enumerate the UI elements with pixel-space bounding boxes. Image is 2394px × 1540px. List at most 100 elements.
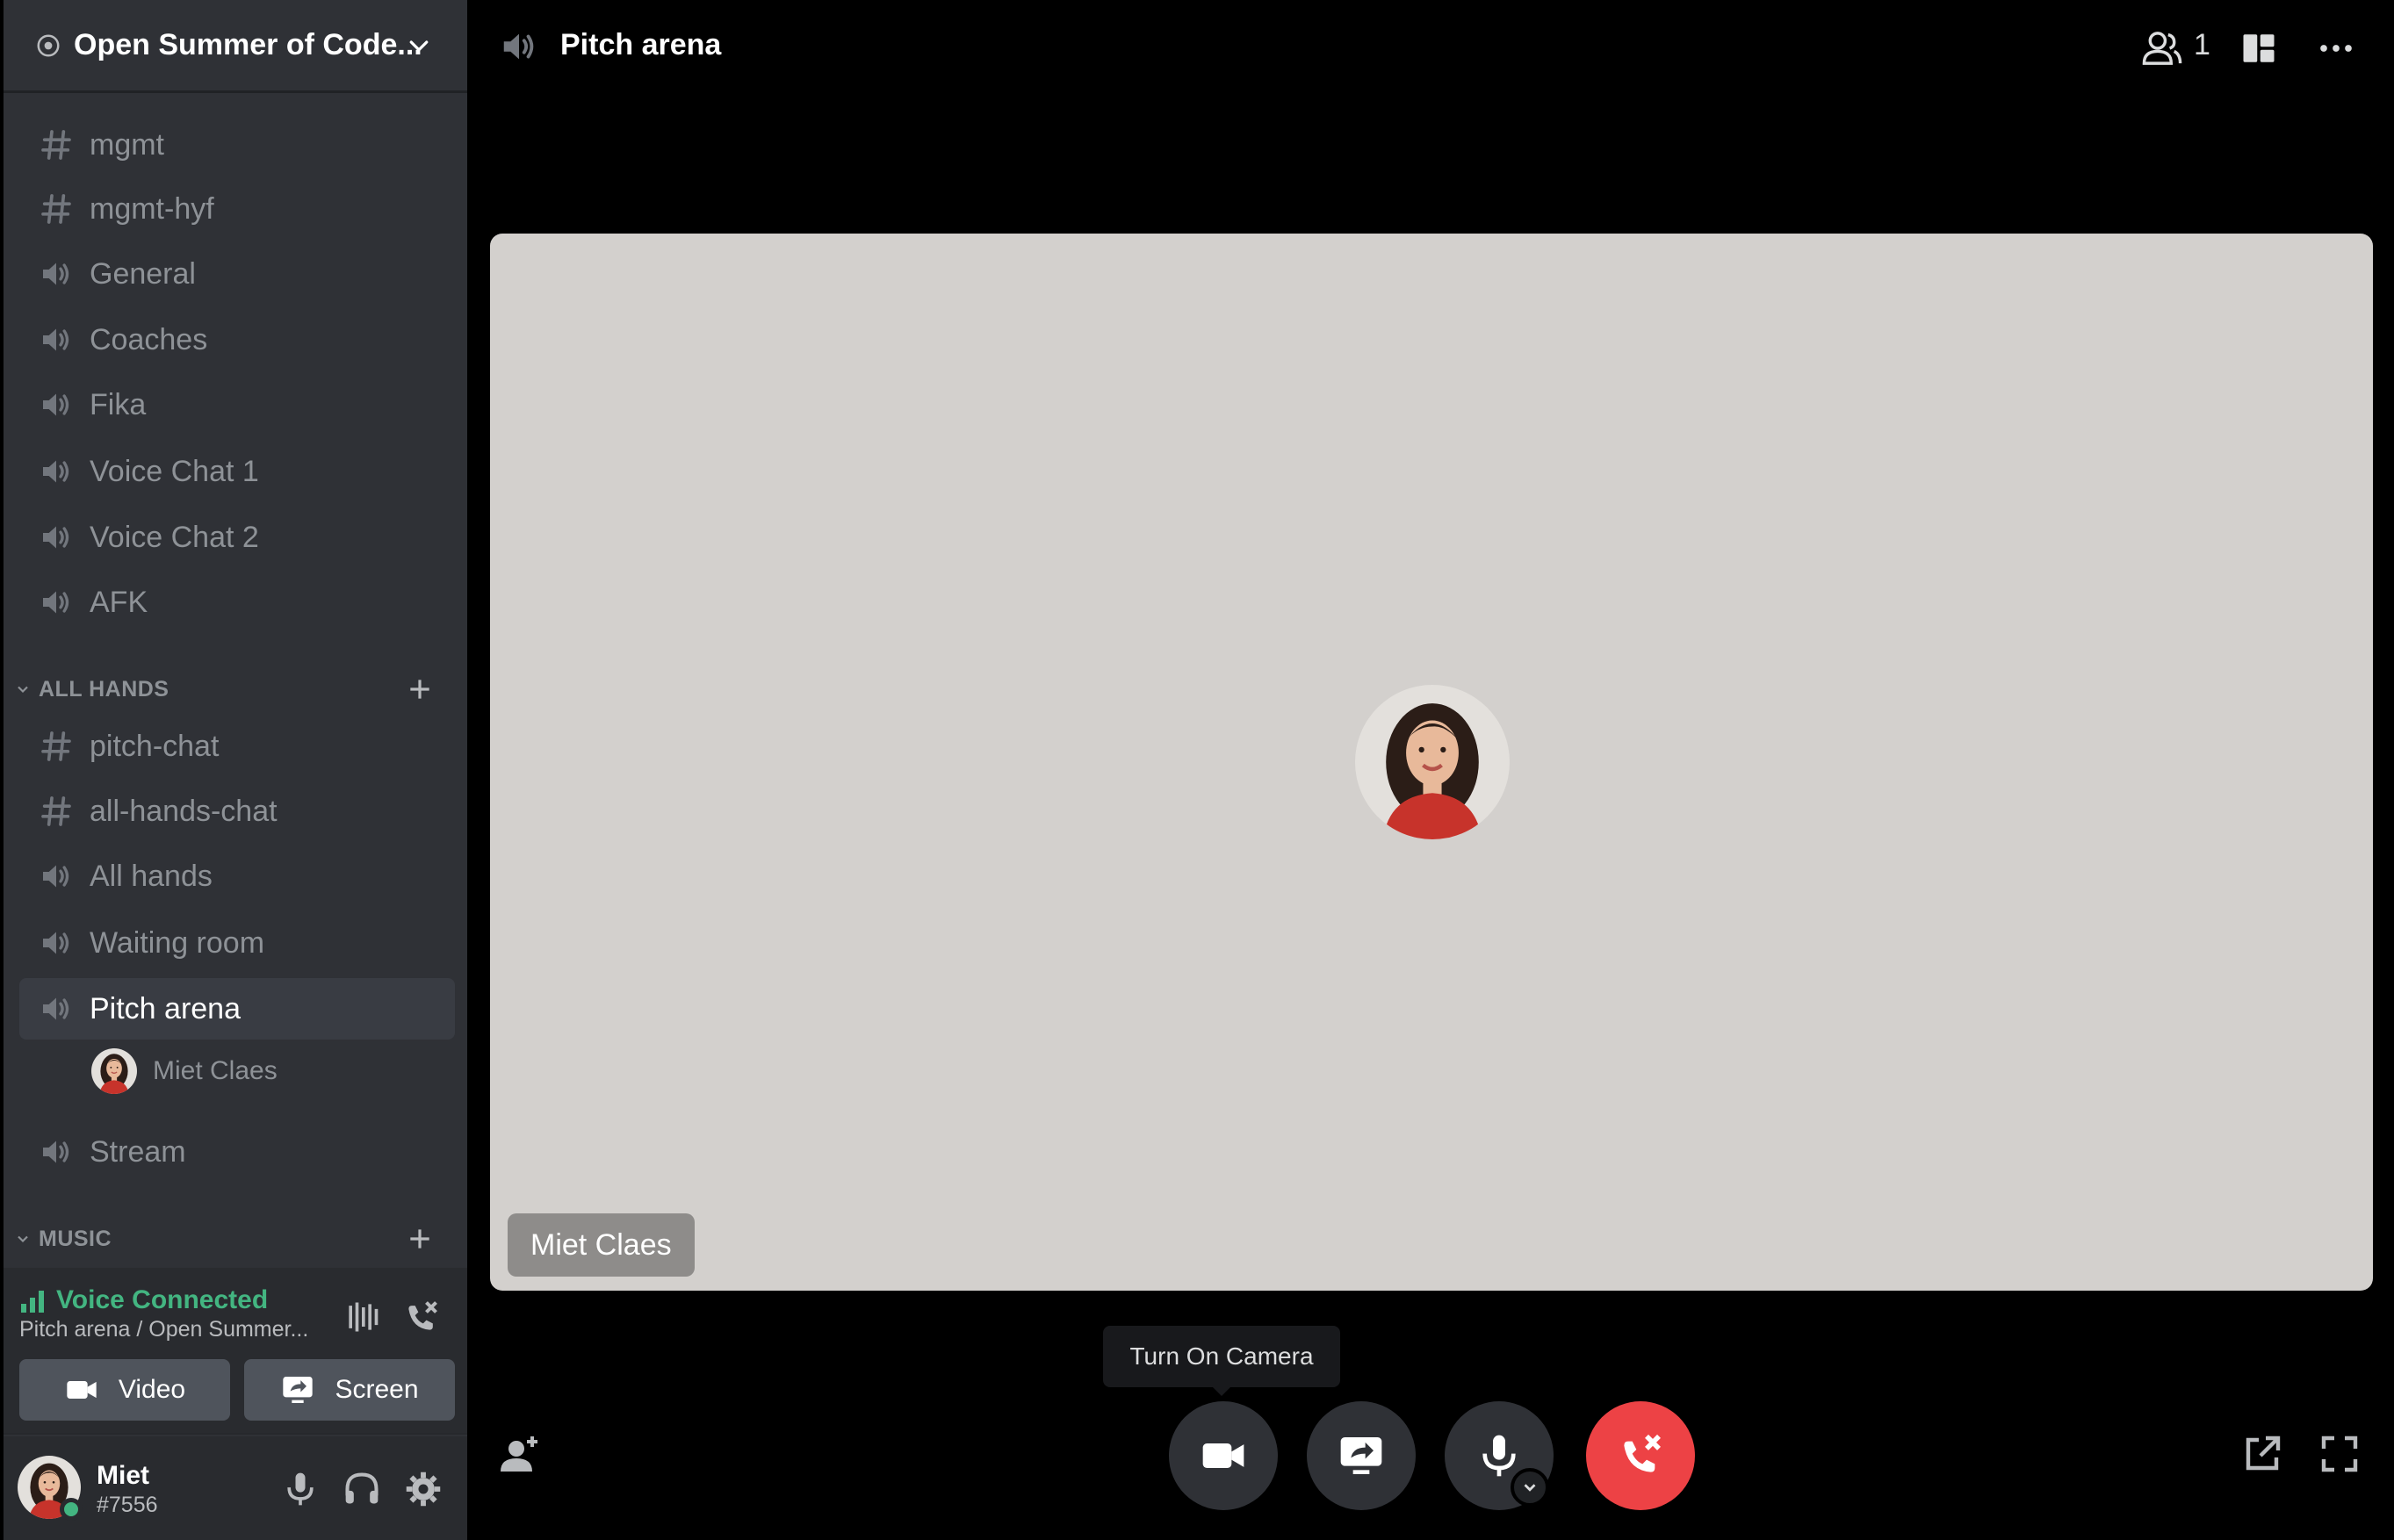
- voice-channel-icon: [39, 1134, 74, 1169]
- avatar: [91, 1048, 137, 1094]
- tooltip-arrow: [1212, 1386, 1231, 1396]
- voice-channel-view: Pitch arena 1 Miet Claes Turn On Camera: [467, 0, 2394, 1540]
- chevron-down-icon: [18, 1235, 28, 1243]
- camera-toggle-button[interactable]: [1169, 1401, 1278, 1510]
- fullscreen-icon[interactable]: [2318, 1433, 2361, 1475]
- channel-general[interactable]: General: [19, 243, 455, 305]
- channel-pitch-chat[interactable]: pitch-chat: [19, 716, 455, 777]
- voice-channel-icon: [499, 26, 539, 67]
- tooltip: Turn On Camera: [1103, 1326, 1340, 1396]
- user-panel: Miet #7556: [4, 1436, 467, 1540]
- channel-label: Pitch arena: [90, 991, 241, 1025]
- screen-share-button[interactable]: Screen: [244, 1359, 455, 1421]
- disconnect-button[interactable]: [1586, 1401, 1695, 1510]
- headphones-icon[interactable]: [343, 1470, 381, 1508]
- channel-all-hands-chat[interactable]: all-hands-chat: [19, 781, 455, 842]
- signal-bars-icon: [21, 1291, 44, 1313]
- screen-share-icon: [283, 1377, 314, 1403]
- voice-member[interactable]: Miet Claes: [91, 1047, 278, 1096]
- channel-label: General: [90, 256, 196, 291]
- channel-label: Coaches: [90, 322, 208, 356]
- members-icon[interactable]: [2141, 30, 2183, 67]
- add-channel-icon[interactable]: [406, 675, 434, 703]
- voice-channel-icon: [39, 454, 74, 489]
- camera-icon: [67, 1381, 97, 1399]
- channel-label: pitch-chat: [90, 729, 220, 763]
- channel-all-hands[interactable]: All hands: [19, 846, 455, 907]
- channel-label: Fika: [90, 387, 147, 421]
- channel-title: Pitch arena: [560, 28, 722, 61]
- voice-channel-icon: [39, 520, 74, 555]
- user-discriminator: #7556: [97, 1493, 158, 1517]
- participant-tile[interactable]: Miet Claes: [490, 234, 2373, 1291]
- server-boost-icon: [37, 34, 60, 56]
- channel-coaches[interactable]: Coaches: [19, 309, 455, 371]
- channel-mgmt-hyf[interactable]: mgmt-hyf: [19, 178, 455, 240]
- microphone-icon[interactable]: [281, 1470, 320, 1508]
- chevron-down-icon: [18, 686, 28, 694]
- channel-label: all-hands-chat: [90, 794, 278, 828]
- channel-label: Voice Chat 1: [90, 454, 259, 488]
- add-channel-icon[interactable]: [406, 1225, 434, 1253]
- more-options-icon[interactable]: [2315, 30, 2357, 67]
- screen-share-icon: [1340, 1437, 1382, 1474]
- invite-user-icon[interactable]: [499, 1433, 541, 1475]
- text-channel-icon: [39, 191, 74, 227]
- channel-pitch-arena[interactable]: Pitch arena: [19, 978, 455, 1040]
- text-channel-icon: [39, 729, 74, 764]
- voice-channel-icon: [39, 925, 74, 961]
- username: Miet: [97, 1461, 149, 1490]
- text-channel-icon: [39, 794, 74, 829]
- chevron-down-icon: [1524, 1484, 1536, 1492]
- noise-suppression-icon[interactable]: [343, 1298, 381, 1336]
- audio-options-toggle[interactable]: [1511, 1468, 1549, 1507]
- voice-connection-panel: Voice Connected Pitch arena / Open Summe…: [4, 1268, 467, 1435]
- text-channel-icon: [39, 127, 74, 162]
- channel-label: Voice Chat 2: [90, 520, 259, 554]
- voice-status-text: Voice Connected: [56, 1285, 269, 1314]
- category-music[interactable]: MUSIC: [14, 1221, 453, 1256]
- voice-channel-icon: [39, 585, 74, 620]
- voice-channel-icon: [39, 991, 74, 1026]
- channel-stream[interactable]: Stream: [19, 1121, 455, 1183]
- channel-label: Stream: [90, 1134, 186, 1169]
- participant-name: Miet Claes: [530, 1227, 672, 1262]
- voice-channel-icon: [39, 256, 74, 291]
- tooltip-text: Turn On Camera: [1129, 1342, 1314, 1370]
- channel-voice-chat-2[interactable]: Voice Chat 2: [19, 507, 455, 568]
- voice-channel-icon: [39, 322, 74, 357]
- channel-voice-chat-1[interactable]: Voice Chat 1: [19, 441, 455, 502]
- video-button-label: Video: [118, 1375, 186, 1404]
- channel-afk[interactable]: AFK: [19, 572, 455, 633]
- server-name: Open Summer of Code...: [74, 28, 422, 61]
- video-button[interactable]: Video: [19, 1359, 230, 1421]
- channel-mgmt[interactable]: mgmt: [19, 114, 455, 176]
- member-count: 1: [2194, 28, 2210, 61]
- pop-out-icon[interactable]: [2241, 1433, 2283, 1475]
- gear-icon[interactable]: [404, 1470, 443, 1508]
- voice-status[interactable]: Voice Connected: [19, 1285, 268, 1315]
- channel-waiting-room[interactable]: Waiting room: [19, 912, 455, 974]
- hang-up-icon: [1624, 1434, 1661, 1472]
- screen-share-toggle-button[interactable]: [1307, 1401, 1416, 1510]
- category-label: ALL HANDS: [39, 676, 169, 702]
- layout-grid-icon[interactable]: [2238, 30, 2280, 67]
- voice-member-name: Miet Claes: [153, 1056, 278, 1085]
- screen-button-label: Screen: [335, 1375, 419, 1404]
- chevron-down-icon[interactable]: [406, 33, 432, 60]
- channel-sidebar: Open Summer of Code... mgmt mgmt-hyf Gen…: [4, 0, 467, 1540]
- channel-fika[interactable]: Fika: [19, 374, 455, 435]
- participant-avatar: [1355, 685, 1510, 839]
- participant-name-tag: Miet Claes: [508, 1213, 695, 1277]
- channel-label: All hands: [90, 859, 213, 893]
- channel-label: mgmt-hyf: [90, 191, 214, 226]
- camera-icon: [1202, 1443, 1244, 1468]
- server-header[interactable]: Open Summer of Code...: [4, 0, 467, 93]
- voice-location: Pitch arena / Open Summer...: [19, 1317, 309, 1342]
- channel-label: Waiting room: [90, 925, 265, 960]
- channel-label: mgmt: [90, 127, 164, 162]
- channel-label: AFK: [90, 585, 148, 619]
- category-all-hands[interactable]: ALL HANDS: [14, 672, 453, 707]
- online-status-indicator: [60, 1498, 83, 1521]
- disconnect-icon[interactable]: [402, 1298, 441, 1336]
